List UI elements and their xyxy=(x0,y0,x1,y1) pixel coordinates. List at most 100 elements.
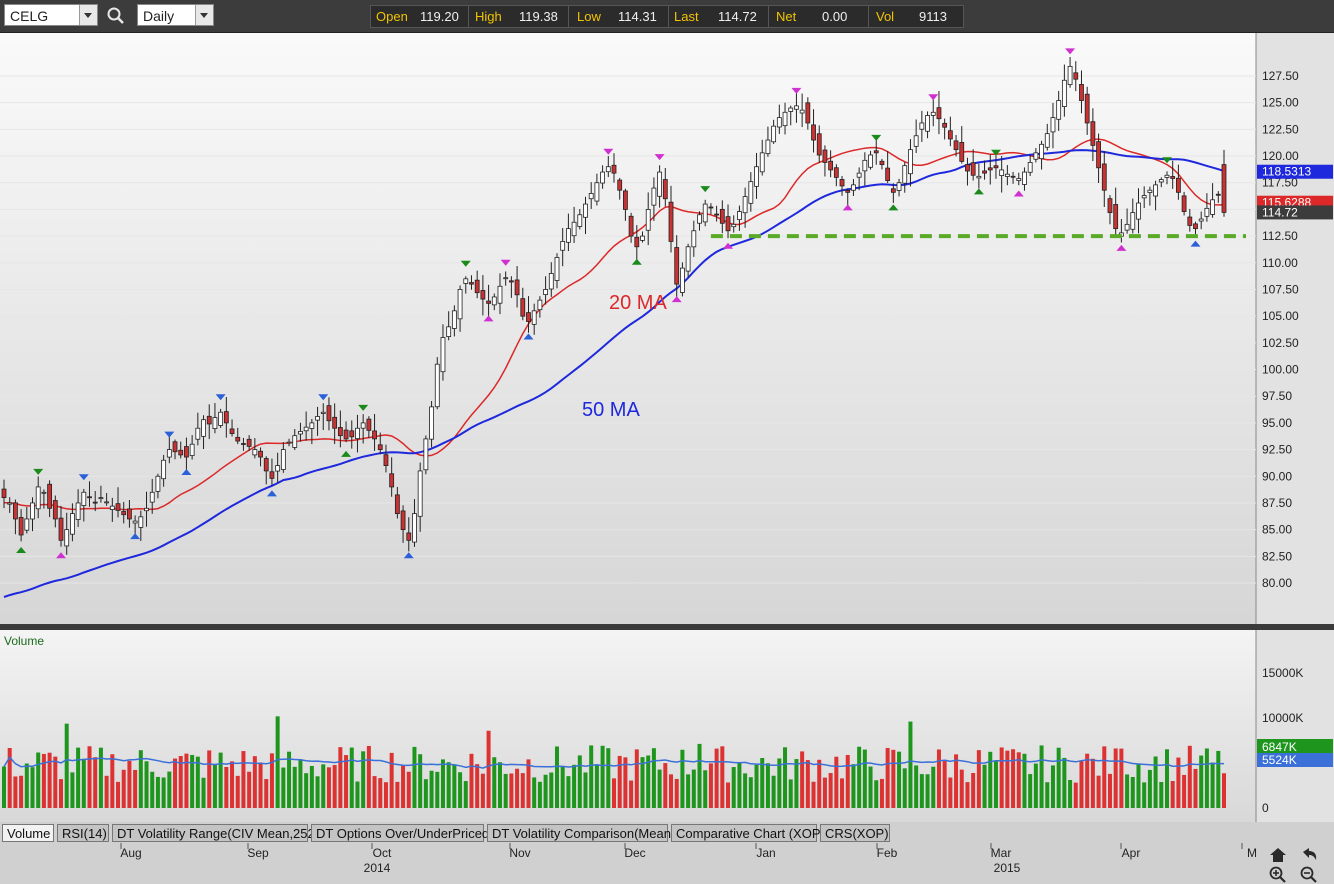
volume-bar xyxy=(640,757,645,808)
volume-bar xyxy=(908,721,913,808)
candle xyxy=(497,273,503,315)
home-icon[interactable] xyxy=(1268,846,1288,864)
ma20-line xyxy=(4,138,1224,511)
quote-bar: Open 119.20 High 119.38 Low 114.31 Last … xyxy=(370,5,964,28)
candle xyxy=(212,403,218,434)
price-axis-bg xyxy=(1256,33,1334,624)
tab-volume[interactable]: Volume xyxy=(2,824,54,842)
volume-bar xyxy=(697,743,702,808)
tab-options-over-under[interactable]: DT Options Over/UnderPriced xyxy=(311,824,489,842)
candle xyxy=(355,414,360,453)
tab-crs[interactable]: CRS(XOP) xyxy=(820,824,890,842)
price-chart[interactable]: 127.50 125.00 122.50 120.00 117.50 115.00 112.… xyxy=(0,0,1334,884)
volume-bar xyxy=(406,771,411,808)
volume-bar xyxy=(7,747,12,808)
swing-low-marker xyxy=(1116,244,1127,251)
volume-bar xyxy=(1187,745,1192,808)
candle xyxy=(41,489,47,509)
volume-bar xyxy=(572,764,577,808)
undo-icon[interactable] xyxy=(1299,846,1319,864)
tab-volatility-comparison[interactable]: DT Volatility Comparison(Mean) xyxy=(487,824,675,842)
swing-high-marker xyxy=(33,468,44,475)
candle xyxy=(623,188,628,221)
volume-bar xyxy=(959,769,964,808)
candle xyxy=(469,275,474,290)
volume-bar xyxy=(663,763,668,808)
candle xyxy=(902,162,908,193)
volume-bar xyxy=(133,769,138,808)
period-combo[interactable]: Daily xyxy=(137,4,214,26)
candle xyxy=(742,187,748,228)
volume-bar xyxy=(954,754,959,808)
volume-bar xyxy=(897,751,902,808)
candle xyxy=(189,435,195,460)
search-icon[interactable] xyxy=(106,6,126,26)
volume-bar xyxy=(999,747,1004,808)
candle xyxy=(155,473,161,499)
volume-bar xyxy=(497,762,502,808)
price-tick-label: 112.50 xyxy=(1262,229,1298,243)
chevron-down-icon[interactable] xyxy=(79,5,97,25)
volume-bar xyxy=(315,776,320,808)
volume-bar xyxy=(879,778,884,808)
volume-bar xyxy=(817,759,822,808)
candle xyxy=(24,506,30,534)
candle xyxy=(1175,164,1181,200)
candle xyxy=(1147,186,1153,206)
candle xyxy=(645,192,651,246)
candle xyxy=(879,158,885,170)
swing-low-marker xyxy=(56,552,67,559)
volume-bar xyxy=(1193,768,1198,808)
candle xyxy=(58,505,64,547)
volume-bar xyxy=(646,755,651,808)
candle xyxy=(423,435,429,475)
swing-high-marker xyxy=(871,134,882,141)
chevron-down-icon[interactable] xyxy=(195,5,213,25)
symbol-combo[interactable]: CELG xyxy=(4,4,98,26)
volume-bar xyxy=(902,768,907,808)
price-tick-label: 90.00 xyxy=(1262,469,1292,483)
volume-bar xyxy=(651,748,656,808)
volume-bar xyxy=(594,764,599,808)
month-label: Sep xyxy=(247,846,269,860)
candle xyxy=(115,487,121,518)
tab-comparative-chart[interactable]: Comparative Chart (XOP) xyxy=(671,824,825,842)
volume-bar xyxy=(173,758,178,808)
candle xyxy=(332,403,338,445)
svg-text:118.5313: 118.5313 xyxy=(1262,165,1311,179)
candle xyxy=(383,444,389,473)
candle xyxy=(594,173,600,206)
candle xyxy=(702,199,708,227)
candle xyxy=(1215,191,1221,203)
candle xyxy=(92,490,98,512)
volume-bar xyxy=(748,777,753,808)
tab-volatility-range[interactable]: DT Volatility Range(CIV Mean,252) xyxy=(112,824,319,842)
swing-low-marker xyxy=(403,552,414,559)
candle xyxy=(349,420,355,449)
swing-high-marker xyxy=(654,154,665,161)
candle xyxy=(184,437,189,473)
volume-bar xyxy=(589,745,594,808)
volume-bar xyxy=(1125,774,1130,808)
tab-rsi[interactable]: RSI(14) xyxy=(57,824,109,842)
candle xyxy=(166,436,172,464)
volume-bar xyxy=(760,757,765,808)
candle xyxy=(776,104,782,134)
swing-low-marker xyxy=(181,469,192,476)
volume-bar xyxy=(1119,748,1124,808)
candle xyxy=(326,397,332,431)
candle xyxy=(1,479,7,509)
zoom-out-icon[interactable] xyxy=(1299,865,1319,883)
candle xyxy=(953,135,959,157)
zoom-in-icon[interactable] xyxy=(1268,865,1288,883)
volume-bar xyxy=(230,761,235,808)
volume-bar xyxy=(1182,774,1187,808)
volume-bar xyxy=(321,764,326,808)
candle xyxy=(674,235,680,297)
volume-bar xyxy=(1045,782,1050,808)
candle xyxy=(292,429,298,451)
volume-bar xyxy=(965,782,970,808)
volume-bar xyxy=(840,778,845,808)
candle xyxy=(1136,188,1141,234)
volume-bar xyxy=(549,772,554,808)
